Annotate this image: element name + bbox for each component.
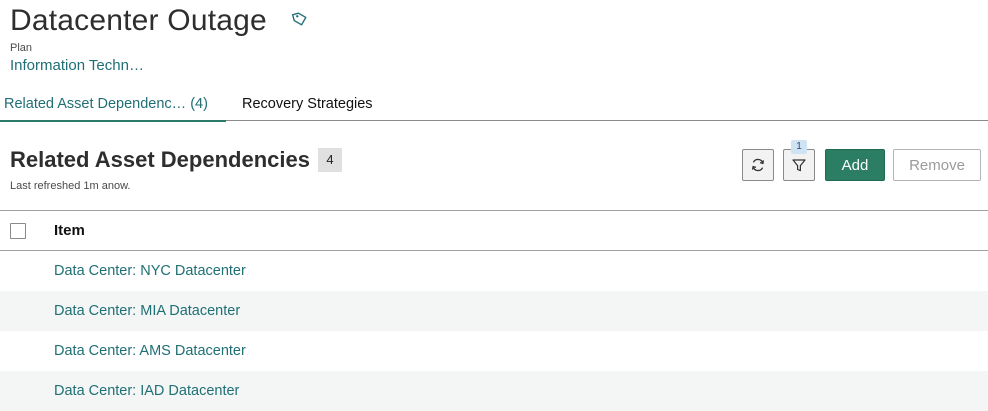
tab-related-asset-dependencies[interactable]: Related Asset Dependenc… (4): [0, 92, 226, 122]
page-header: Datacenter Outage Plan Information Techn…: [10, 2, 309, 75]
tab-recovery-strategies[interactable]: Recovery Strategies: [238, 92, 377, 121]
page-title: Datacenter Outage: [10, 4, 267, 37]
table-row: Data Center: MIA Datacenter: [0, 291, 988, 331]
tag-icon[interactable]: [291, 10, 309, 28]
select-all-checkbox[interactable]: [10, 222, 26, 239]
last-refreshed-text: Last refreshed 1m anow.: [10, 180, 131, 192]
add-button[interactable]: Add: [825, 149, 885, 181]
table-row: Data Center: AMS Datacenter: [0, 331, 988, 371]
record-type-label: Plan: [10, 42, 33, 54]
section-title-row: Related Asset Dependencies 4: [10, 146, 342, 174]
remove-button[interactable]: Remove: [893, 149, 981, 181]
dependencies-table: Item Data Center: NYC Datacenter Data Ce…: [0, 210, 988, 411]
filter-count-badge: 1: [791, 140, 807, 154]
filter-button[interactable]: 1: [783, 140, 815, 181]
item-link[interactable]: Data Center: MIA Datacenter: [54, 303, 240, 319]
item-link[interactable]: Data Center: NYC Datacenter: [54, 263, 246, 279]
title-row: Datacenter Outage: [10, 2, 309, 40]
item-link[interactable]: Data Center: IAD Datacenter: [54, 383, 239, 399]
section-header: Related Asset Dependencies 4 Last refres…: [10, 146, 342, 192]
refresh-button[interactable]: [742, 149, 774, 181]
filter-icon: [792, 159, 806, 172]
section-title: Related Asset Dependencies: [10, 147, 310, 172]
table-toolbar: 1 Add Remove: [742, 140, 981, 181]
refresh-icon: [751, 158, 765, 172]
tab-bar: Related Asset Dependenc… (4) Recovery St…: [0, 92, 988, 122]
table-row: Data Center: NYC Datacenter: [0, 251, 988, 291]
count-badge: 4: [317, 148, 342, 172]
parent-record-link[interactable]: Information Techn…: [10, 57, 309, 75]
table-header: Item: [0, 210, 988, 251]
item-link[interactable]: Data Center: AMS Datacenter: [54, 343, 246, 359]
table-row: Data Center: IAD Datacenter: [0, 371, 988, 411]
column-header-item[interactable]: Item: [54, 222, 85, 239]
